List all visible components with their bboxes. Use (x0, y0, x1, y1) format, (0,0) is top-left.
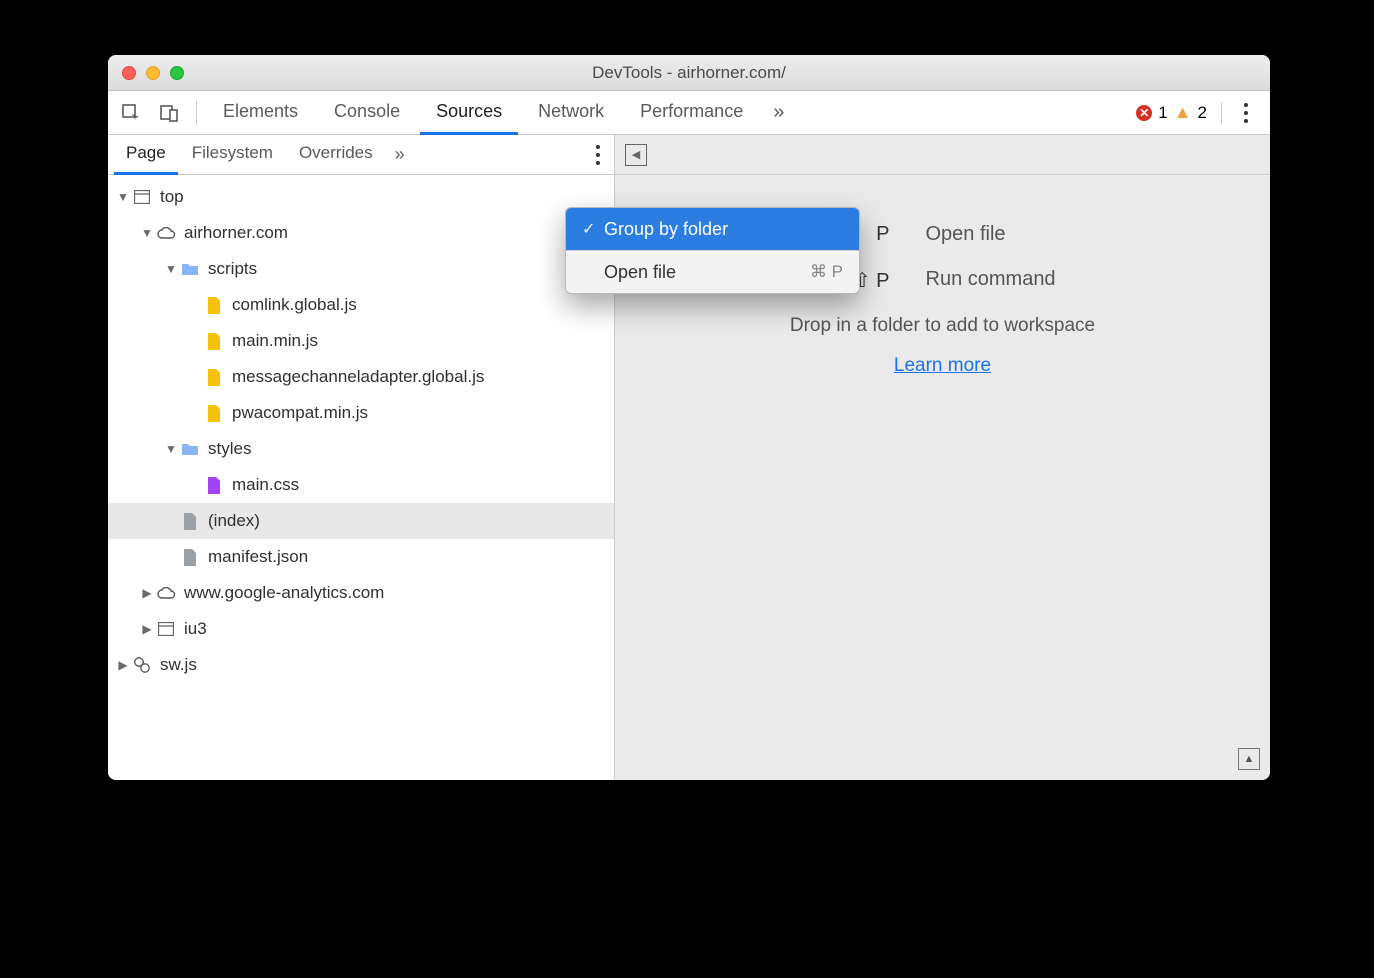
tree-label: styles (208, 439, 251, 459)
minimize-window-button[interactable] (146, 66, 160, 80)
file-icon (180, 511, 200, 531)
tree-file[interactable]: manifest.json (108, 539, 614, 575)
js-file-icon (204, 295, 224, 315)
tree-file-index[interactable]: (index) (108, 503, 614, 539)
tree-label: airhorner.com (184, 223, 288, 243)
more-tabs-icon[interactable]: » (763, 101, 794, 124)
folder-icon (180, 439, 200, 459)
zoom-window-button[interactable] (170, 66, 184, 80)
window-title: DevTools - airhorner.com/ (108, 63, 1270, 83)
tree-file[interactable]: pwacompat.min.js (108, 395, 614, 431)
worker-icon (132, 655, 152, 675)
settings-menu-icon[interactable] (1236, 103, 1256, 123)
tab-sources[interactable]: Sources (420, 91, 518, 135)
tree-label: pwacompat.min.js (232, 403, 368, 423)
tab-network[interactable]: Network (522, 91, 620, 135)
tree-file[interactable]: comlink.global.js (108, 287, 614, 323)
tree-label: main.css (232, 475, 299, 495)
separator (196, 101, 197, 125)
drop-hint: Drop in a folder to add to workspace (615, 315, 1270, 337)
tab-elements[interactable]: Elements (207, 91, 314, 135)
subtab-overrides[interactable]: Overrides (287, 135, 385, 175)
main-tabs: Elements Console Sources Network Perform… (108, 91, 1270, 135)
tree-file[interactable]: main.min.js (108, 323, 614, 359)
collapse-navigator-icon[interactable] (625, 144, 647, 166)
warning-icon: ▲ (1174, 102, 1192, 123)
check-icon: ✓ (582, 219, 604, 239)
tree-worker[interactable]: sw.js (108, 647, 614, 683)
error-count: 1 (1158, 103, 1167, 123)
tree-label: (index) (208, 511, 260, 531)
tree-frame-iu3[interactable]: iu3 (108, 611, 614, 647)
tree-file[interactable]: main.css (108, 467, 614, 503)
menu-label: Open file (604, 262, 810, 283)
navigator-pane: Page Filesystem Overrides » top airhorne… (108, 135, 615, 780)
tree-domain-analytics[interactable]: www.google-analytics.com (108, 575, 614, 611)
navigator-menu-icon[interactable] (588, 145, 608, 165)
learn-more-link[interactable]: Learn more (894, 355, 991, 377)
frame-icon (132, 187, 152, 207)
run-command-label: Run command (926, 268, 1086, 293)
js-file-icon (204, 403, 224, 423)
menu-shortcut: ⌘ P (810, 262, 843, 282)
navigator-subtabs: Page Filesystem Overrides » (108, 135, 614, 175)
separator (1221, 102, 1222, 124)
error-icon: ✕ (1136, 105, 1152, 121)
css-file-icon (204, 475, 224, 495)
tree-label: sw.js (160, 655, 197, 675)
tree-label: scripts (208, 259, 257, 279)
menu-item-open-file[interactable]: Open file ⌘ P (566, 251, 859, 293)
status-counts[interactable]: ✕ 1 ▲ 2 (1136, 102, 1264, 124)
close-window-button[interactable] (122, 66, 136, 80)
tab-performance[interactable]: Performance (624, 91, 759, 135)
titlebar: DevTools - airhorner.com/ (108, 55, 1270, 91)
cloud-icon (156, 223, 176, 243)
editor-toolbar (615, 135, 1270, 175)
tree-label: main.min.js (232, 331, 318, 351)
more-subtabs-icon[interactable]: » (387, 144, 413, 165)
window-controls (108, 66, 184, 80)
tab-console[interactable]: Console (318, 91, 416, 135)
folder-icon (180, 259, 200, 279)
tree-label: iu3 (184, 619, 207, 639)
context-menu: ✓ Group by folder Open file ⌘ P (565, 207, 860, 294)
tree-folder-styles[interactable]: styles (108, 431, 614, 467)
tree-label: top (160, 187, 184, 207)
js-file-icon (204, 367, 224, 387)
tree-folder-scripts[interactable]: scripts (108, 251, 614, 287)
file-icon (180, 547, 200, 567)
subtab-filesystem[interactable]: Filesystem (180, 135, 285, 175)
tree-label: comlink.global.js (232, 295, 357, 315)
warning-count: 2 (1198, 103, 1207, 123)
tree-label: messagechanneladapter.global.js (232, 367, 484, 387)
menu-label: Group by folder (604, 219, 843, 240)
open-file-label: Open file (926, 223, 1086, 246)
tree-label: manifest.json (208, 547, 308, 567)
device-toggle-icon[interactable] (152, 96, 186, 130)
tree-file[interactable]: messagechanneladapter.global.js (108, 359, 614, 395)
tree-top[interactable]: top (108, 179, 614, 215)
js-file-icon (204, 331, 224, 351)
cloud-icon (156, 583, 176, 603)
drawer-toggle-icon[interactable] (1238, 748, 1260, 770)
file-tree: top airhorner.com scripts comlink.global… (108, 175, 614, 780)
tree-domain[interactable]: airhorner.com (108, 215, 614, 251)
subtab-page[interactable]: Page (114, 135, 178, 175)
inspect-icon[interactable] (114, 96, 148, 130)
tree-label: www.google-analytics.com (184, 583, 384, 603)
menu-item-group-by-folder[interactable]: ✓ Group by folder (566, 208, 859, 250)
frame-icon (156, 619, 176, 639)
devtools-window: DevTools - airhorner.com/ Elements Conso… (108, 55, 1270, 780)
